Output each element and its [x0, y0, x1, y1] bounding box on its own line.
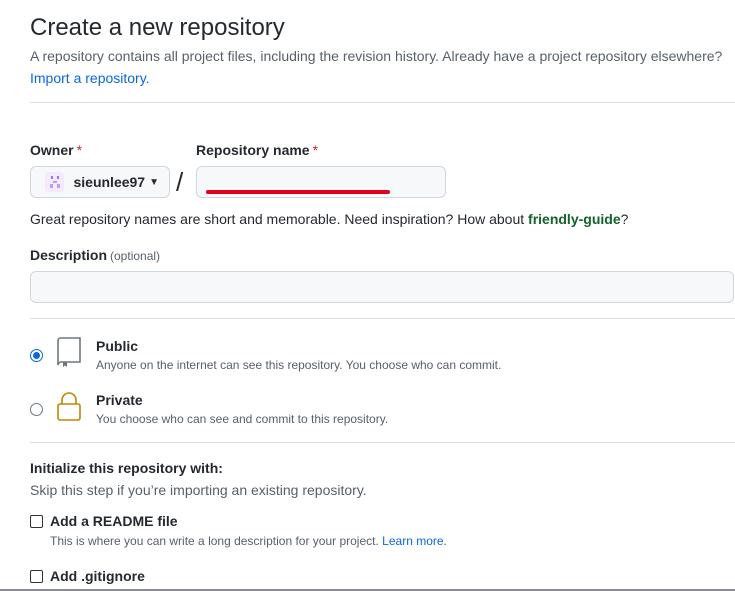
private-option-text: Private You choose who can see and commi…	[96, 390, 388, 428]
private-title: Private	[96, 392, 143, 408]
init-heading: Initialize this repository with:	[30, 460, 223, 476]
gitignore-option[interactable]: Add .gitignore	[30, 568, 145, 584]
divider	[30, 442, 735, 443]
init-subheading: Skip this step if you’re importing an ex…	[30, 482, 367, 498]
divider	[30, 102, 735, 103]
page-title: Create a new repository	[30, 14, 285, 41]
private-description: You choose who can see and commit to thi…	[96, 412, 389, 426]
gitignore-checkbox[interactable]	[30, 569, 43, 583]
hint-text: Great repository names are short and mem…	[30, 211, 529, 227]
divider	[30, 318, 735, 319]
description-label-text: Description	[30, 247, 108, 263]
readme-label: Add a README file	[50, 513, 178, 529]
public-radio[interactable]	[30, 349, 43, 362]
page-intro: A repository contains all project files,…	[30, 45, 730, 89]
redaction-underline	[206, 190, 390, 194]
private-radio[interactable]	[30, 403, 43, 416]
repository-name-hint: Great repository names are short and mem…	[30, 209, 628, 229]
identicon-icon	[49, 176, 60, 188]
import-repository-link[interactable]: Import a repository.	[30, 70, 150, 86]
owner-label-text: Owner	[30, 142, 74, 158]
readme-checkbox[interactable]	[30, 514, 43, 528]
name-suggestion[interactable]: friendly-guide	[528, 211, 621, 227]
avatar	[45, 172, 65, 192]
owner-name: sieunlee97	[73, 174, 146, 190]
readme-description-text: This is where you can write a long descr…	[50, 534, 379, 548]
repo-book-icon	[57, 337, 81, 367]
optional-note: (optional)	[110, 249, 161, 263]
visibility-option-private[interactable]: Private You choose who can see and commi…	[30, 390, 388, 428]
readme-description: This is where you can write a long descr…	[50, 534, 447, 548]
lock-icon	[57, 392, 81, 421]
repository-name-label-text: Repository name	[196, 142, 310, 158]
description-label: Description (optional)	[30, 247, 160, 263]
readme-option[interactable]: Add a README file	[30, 513, 178, 529]
public-title: Public	[96, 338, 139, 354]
required-mark: *	[312, 142, 319, 158]
hint-suffix: ?	[620, 211, 629, 227]
repository-name-label: Repository name *	[196, 142, 318, 158]
owner-select-button[interactable]: sieunlee97 ▼	[30, 166, 170, 198]
learn-more-link[interactable]: Learn more.	[382, 534, 447, 548]
owner-repo-separator: /	[176, 167, 184, 197]
caret-down-icon: ▼	[149, 176, 159, 188]
required-mark: *	[76, 142, 83, 158]
owner-label: Owner *	[30, 142, 82, 158]
public-option-text: Public Anyone on the internet can see th…	[96, 336, 501, 374]
description-input[interactable]	[30, 271, 734, 303]
intro-text: A repository contains all project files,…	[30, 48, 723, 64]
visibility-option-public[interactable]: Public Anyone on the internet can see th…	[30, 336, 501, 374]
public-description: Anyone on the internet can see this repo…	[96, 358, 502, 372]
gitignore-label: Add .gitignore	[50, 568, 145, 584]
